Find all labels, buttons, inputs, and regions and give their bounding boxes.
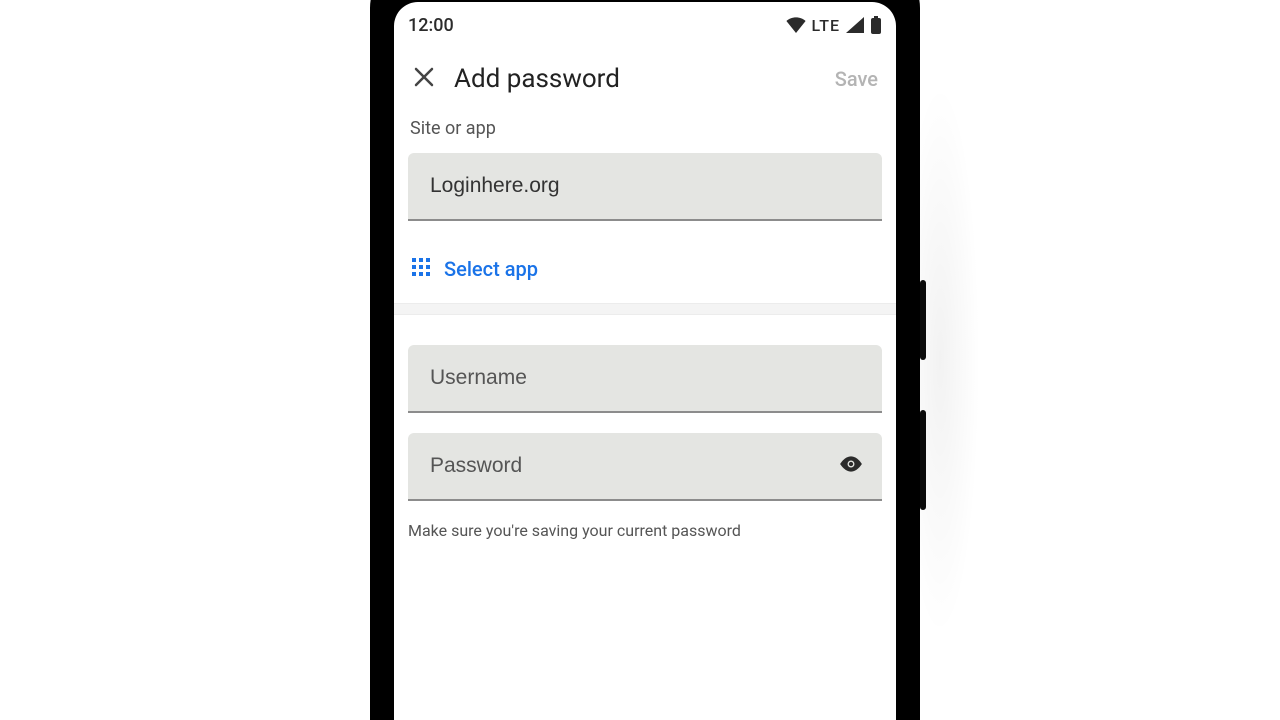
username-field[interactable] <box>408 345 882 413</box>
battery-icon <box>870 16 882 34</box>
page-title: Add password <box>454 64 835 94</box>
eye-icon[interactable] <box>838 451 864 481</box>
select-app-label: Select app <box>444 257 538 281</box>
wifi-icon <box>786 17 806 33</box>
site-or-app-input[interactable] <box>428 173 862 199</box>
phone-side-button <box>920 410 926 510</box>
save-button[interactable]: Save <box>835 67 878 91</box>
password-field[interactable] <box>408 433 882 501</box>
status-indicators: LTE <box>786 16 882 35</box>
status-time: 12:00 <box>408 15 454 36</box>
close-icon[interactable] <box>412 65 436 93</box>
phone-screen: 12:00 LTE Add password Save <box>394 2 896 720</box>
password-helper-text: Make sure you're saving your current pas… <box>408 521 882 540</box>
site-or-app-field[interactable] <box>408 153 882 221</box>
apps-grid-icon <box>412 258 430 280</box>
select-app-button[interactable]: Select app <box>408 241 882 303</box>
cell-signal-icon <box>846 17 864 33</box>
phone-side-button <box>920 280 926 360</box>
page-header: Add password Save <box>394 42 896 114</box>
site-or-app-label: Site or app <box>410 118 880 139</box>
status-bar: 12:00 LTE <box>394 2 896 42</box>
username-input[interactable] <box>428 365 862 391</box>
section-divider <box>394 303 896 315</box>
phone-frame: 12:00 LTE Add password Save <box>370 0 920 720</box>
network-label: LTE <box>812 16 840 35</box>
password-input[interactable] <box>428 453 862 479</box>
